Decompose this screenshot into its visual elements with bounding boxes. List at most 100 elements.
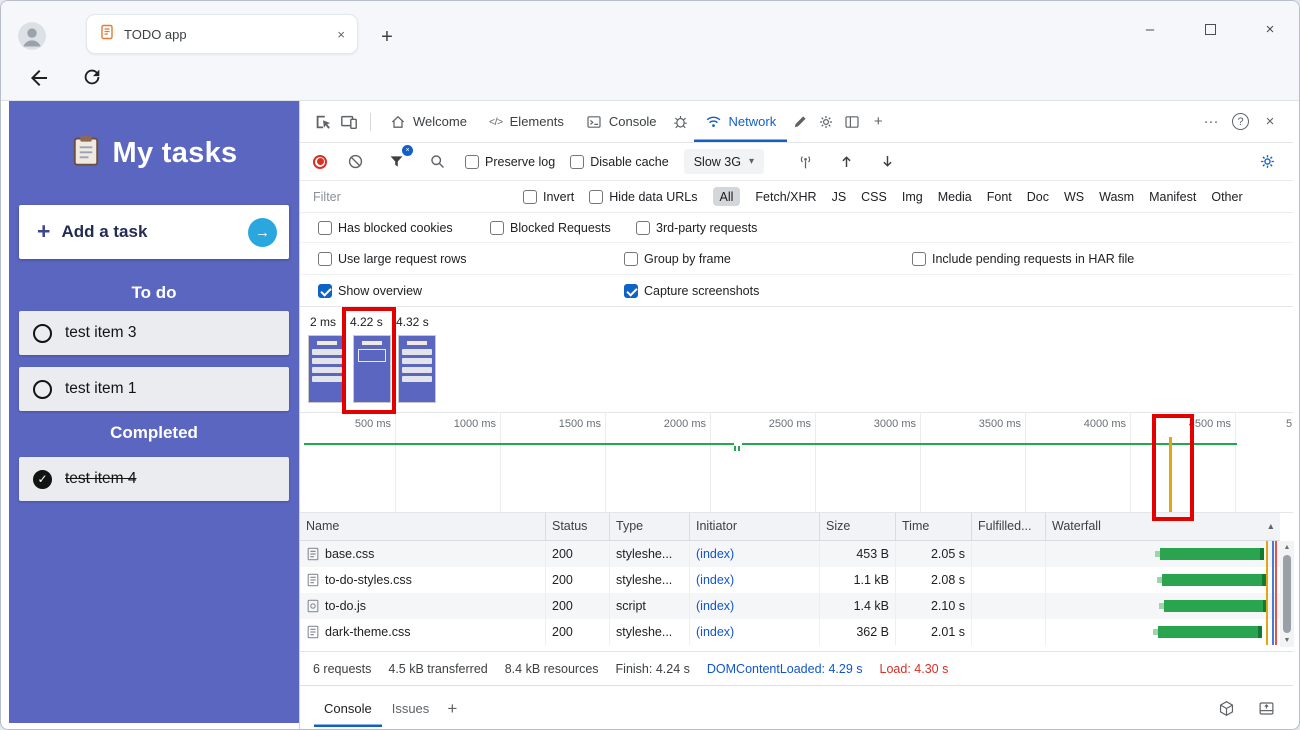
tab-console[interactable]: Console [575,101,668,142]
gear-icon[interactable] [813,109,839,135]
table-row[interactable]: to-do-styles.css 200 styleshe... (index)… [300,567,1280,593]
initiator-link[interactable]: (index) [696,573,734,587]
column-header-time[interactable]: Time [896,513,972,540]
show-overview-checkbox[interactable]: Show overview [318,275,422,306]
group-by-frame-checkbox[interactable]: Group by frame [624,243,731,274]
use-large-request-rows-checkbox[interactable]: Use large request rows [318,243,467,274]
maximize-button[interactable] [1195,15,1225,43]
checkbox-checked-icon[interactable] [318,284,332,298]
search-icon[interactable] [424,149,450,175]
table-row[interactable]: to-do.js 200 script (index) 1.4 kB 2.10 … [300,593,1280,619]
hide-data-urls-checkbox[interactable]: Hide data URLs [589,190,697,204]
table-row[interactable]: dark-theme.css 200 styleshe... (index) 3… [300,619,1280,645]
import-har-icon[interactable] [834,149,860,175]
window-close-button[interactable]: × [1255,15,1285,43]
refresh-button[interactable] [81,66,107,92]
capture-screenshots-checkbox[interactable]: Capture screenshots [624,275,759,306]
filter-type-media[interactable]: Media [938,190,972,204]
initiator-link[interactable]: (index) [696,599,734,613]
scroll-up-icon[interactable]: ▲ [1284,543,1291,552]
column-header-name[interactable]: Name [300,513,546,540]
throttling-select[interactable]: Slow 3G ▾ [684,149,764,174]
filter-type-wasm[interactable]: Wasm [1099,190,1134,204]
initiator-link[interactable]: (index) [696,547,734,561]
add-task-button[interactable]: + Add a task → [19,205,289,259]
minimize-button[interactable]: – [1135,15,1165,43]
task-checkbox-icon[interactable] [33,380,52,399]
checkbox-icon[interactable] [624,252,638,266]
tab-close-icon[interactable]: × [337,27,345,42]
profile-avatar[interactable] [18,22,46,50]
checkbox-icon[interactable] [912,252,926,266]
column-header-type[interactable]: Type [610,513,690,540]
filter-toggle-icon[interactable]: × [383,149,409,175]
initiator-link[interactable]: (index) [696,625,734,639]
3d-view-icon[interactable] [1213,696,1239,722]
inspect-icon[interactable] [310,109,336,135]
include-pending-har-checkbox[interactable]: Include pending requests in HAR file [912,243,1134,274]
blocked-requests-checkbox[interactable]: Blocked Requests [490,213,611,242]
checkbox-icon[interactable] [523,190,537,204]
table-row[interactable]: base.css 200 styleshe... (index) 453 B 2… [300,541,1280,567]
clear-icon[interactable] [342,149,368,175]
disable-cache-checkbox[interactable]: Disable cache [570,155,669,169]
filter-type-manifest[interactable]: Manifest [1149,190,1196,204]
checkbox-icon[interactable] [589,190,603,204]
table-scrollbar[interactable]: ▲ ▼ [1280,541,1294,647]
bug-icon[interactable] [668,109,694,135]
filter-input[interactable] [313,190,508,204]
layout-panel-icon[interactable] [839,109,865,135]
network-conditions-icon[interactable] [793,149,819,175]
filter-type-css[interactable]: CSS [861,190,887,204]
devtools-more-menu-icon[interactable]: ··· [1198,109,1224,135]
column-header-waterfall[interactable]: Waterfall▲ [1046,513,1280,540]
expand-panel-icon[interactable] [1253,696,1279,722]
checkbox-icon[interactable] [318,252,332,266]
performance-pen-icon[interactable] [787,109,813,135]
add-tool-icon[interactable]: + [865,109,891,135]
task-item-completed[interactable]: ✓ test item 4 [19,457,289,501]
checkbox-checked-icon[interactable] [624,284,638,298]
export-har-icon[interactable] [875,149,901,175]
drawer-tab-issues[interactable]: Issues [382,691,440,727]
checkbox-icon[interactable] [636,221,650,235]
invert-checkbox[interactable]: Invert [523,190,574,204]
filmstrip-thumbnail[interactable] [308,335,346,403]
record-button[interactable] [313,155,327,169]
submit-task-button[interactable]: → [248,218,277,247]
column-header-status[interactable]: Status [546,513,610,540]
back-button[interactable] [27,66,53,92]
task-checkbox-icon[interactable] [33,324,52,343]
filter-type-ws[interactable]: WS [1064,190,1084,204]
network-overview-timeline[interactable]: 500 ms 1000 ms 1500 ms 2000 ms 2500 ms 3… [300,413,1293,513]
filmstrip-thumbnail[interactable] [398,335,436,403]
checkbox-icon[interactable] [465,155,479,169]
tab-elements[interactable]: </> Elements [478,101,575,142]
filter-type-font[interactable]: Font [987,190,1012,204]
help-icon[interactable]: ? [1232,113,1249,130]
column-header-size[interactable]: Size [820,513,896,540]
column-header-initiator[interactable]: Initiator [690,513,820,540]
filter-type-js[interactable]: JS [832,190,847,204]
task-item[interactable]: test item 1 [19,367,289,411]
checkbox-icon[interactable] [490,221,504,235]
drawer-tab-console[interactable]: Console [314,691,382,727]
filter-type-doc[interactable]: Doc [1027,190,1049,204]
filter-type-other[interactable]: Other [1211,190,1242,204]
device-toolbar-icon[interactable] [336,109,362,135]
filmstrip-thumbnail[interactable] [353,335,391,403]
task-checked-icon[interactable]: ✓ [33,470,52,489]
filter-type-all[interactable]: All [713,187,741,206]
scroll-down-icon[interactable]: ▼ [1284,636,1291,645]
task-item[interactable]: test item 3 [19,311,289,355]
tab-network[interactable]: Network [694,101,788,142]
tab-welcome[interactable]: Welcome [379,101,478,142]
scrollbar-thumb[interactable] [1283,555,1291,633]
close-devtools-icon[interactable]: × [1257,109,1283,135]
filter-type-fetch-xhr[interactable]: Fetch/XHR [755,190,816,204]
preserve-log-checkbox[interactable]: Preserve log [465,155,555,169]
drawer-add-icon[interactable]: + [439,696,465,722]
column-header-fulfilled[interactable]: Fulfilled... [972,513,1046,540]
has-blocked-cookies-checkbox[interactable]: Has blocked cookies [318,213,453,242]
browser-tab[interactable]: TODO app × [86,14,358,54]
